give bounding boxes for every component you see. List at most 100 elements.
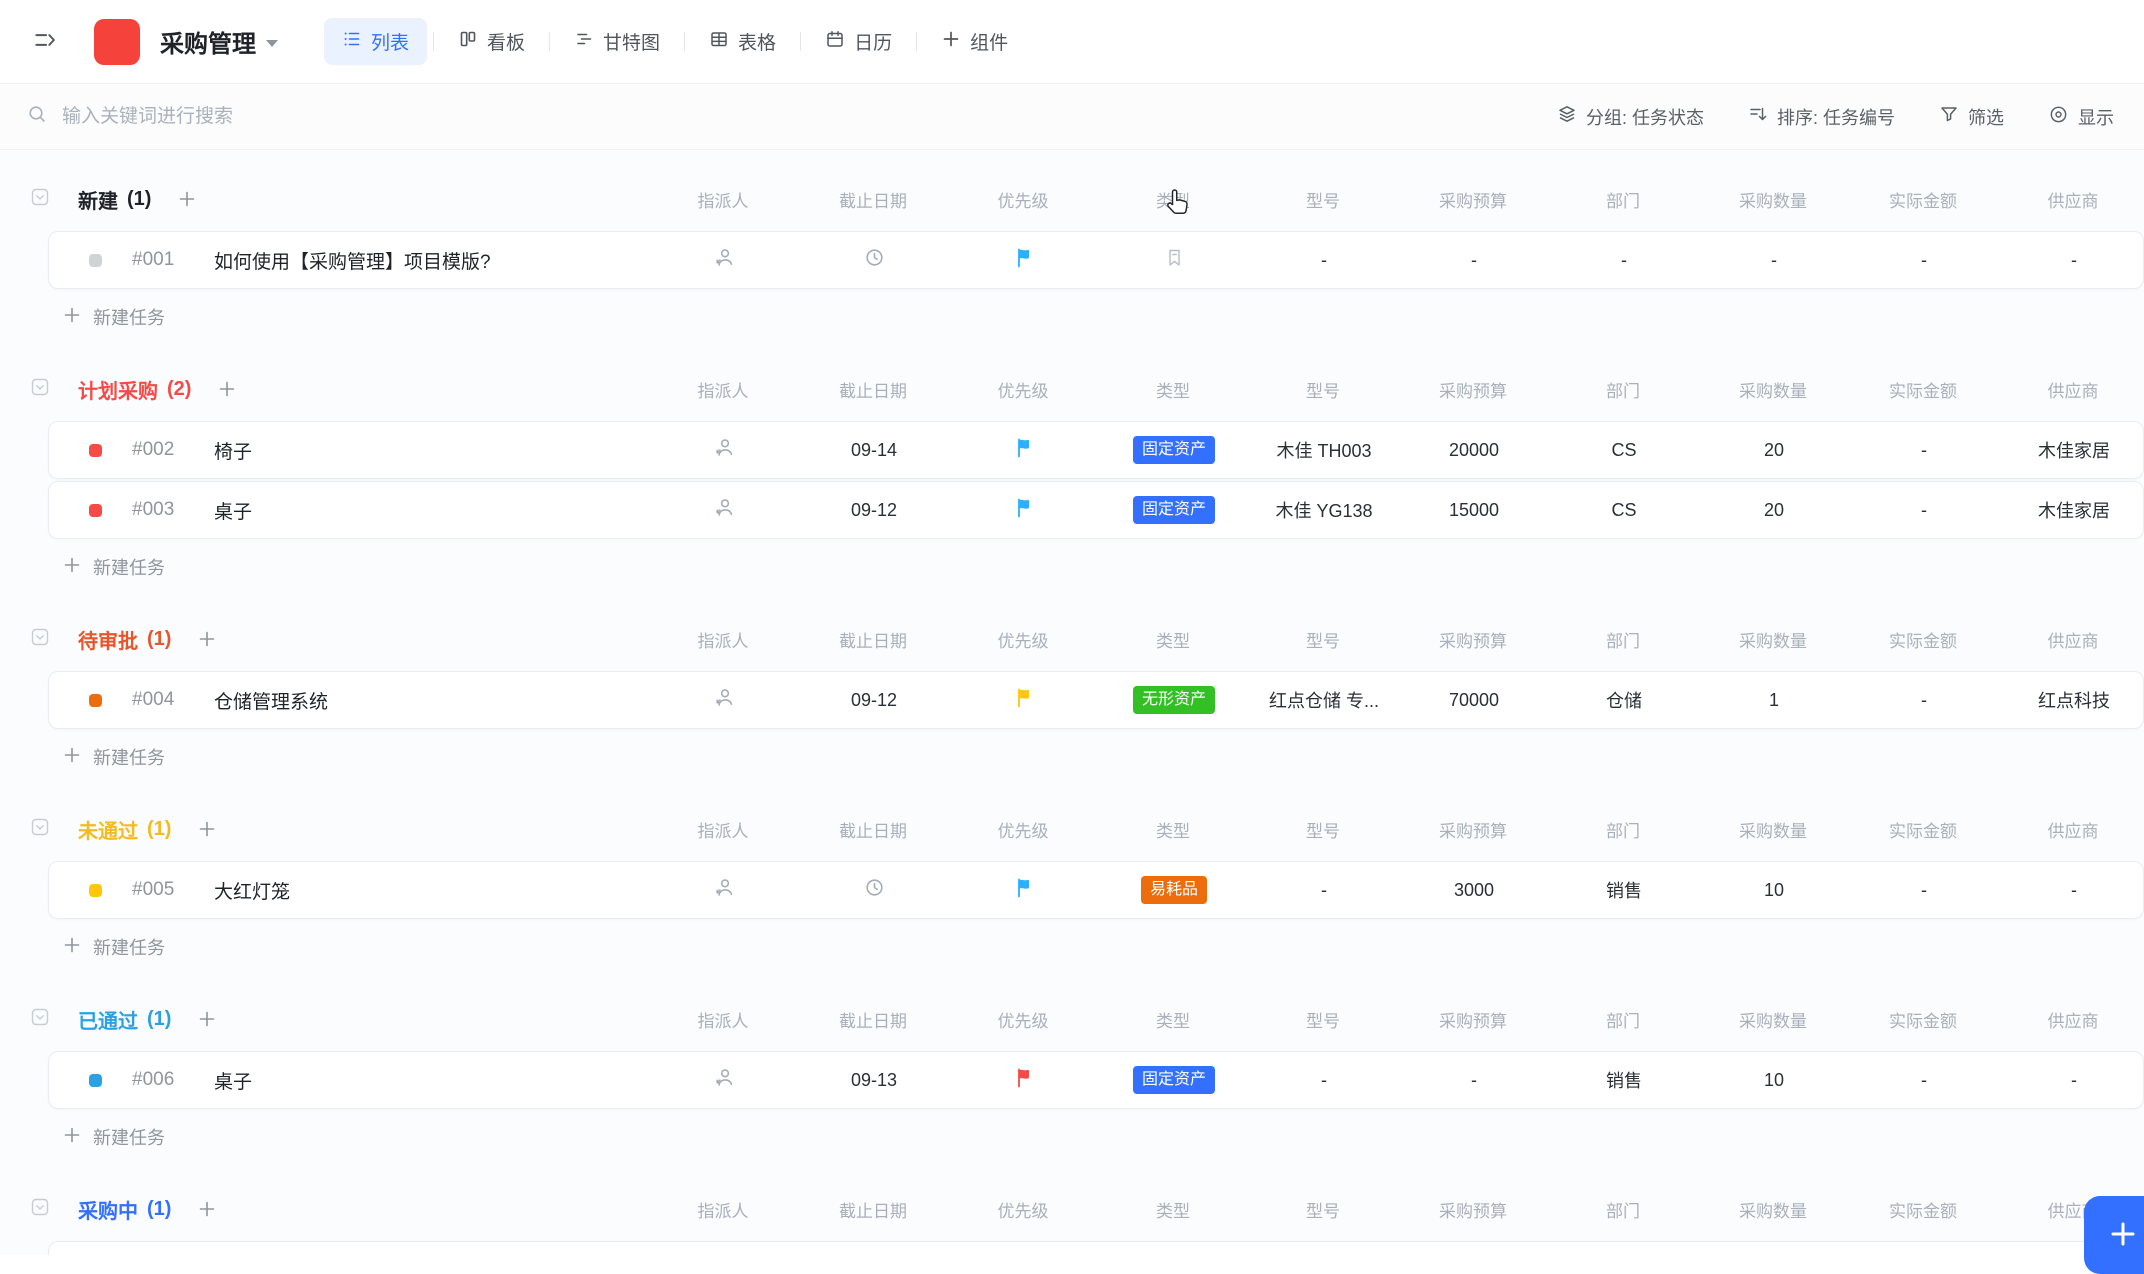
cell-due-date[interactable]: 09-14 [799,440,949,461]
task-row[interactable]: #006 桌子 09-13 固定资产 - - 销售 10 - - [48,1051,2144,1109]
cell-quantity[interactable]: - [1699,250,1849,271]
cell-quantity[interactable]: 20 [1699,500,1849,521]
add-task-in-group-icon[interactable] [197,1199,217,1219]
column-header-quantity[interactable]: 采购数量 [1698,187,1848,212]
add-task-button[interactable]: 新建任务 [62,1115,165,1159]
collapse-group-icon[interactable] [30,627,50,652]
column-header-due-date[interactable]: 截止日期 [798,187,948,212]
group-by-control[interactable]: 分组: 任务状态 [1557,104,1704,130]
add-task-in-group-icon[interactable] [197,819,217,839]
cell-budget[interactable]: 3000 [1399,880,1549,901]
cell-priority[interactable] [949,877,1099,904]
cell-department[interactable]: 销售 [1549,1067,1699,1093]
column-header-priority[interactable]: 优先级 [948,377,1098,402]
cell-supplier[interactable]: 木佳家居 [1999,437,2143,463]
column-header-supplier[interactable]: 供应商 [1998,817,2144,842]
cell-due-date[interactable] [799,246,949,274]
tab-list[interactable]: 列表 [324,18,428,65]
cell-type[interactable]: 无形资产 [1099,686,1249,714]
cell-priority[interactable] [949,497,1099,524]
task-row[interactable]: #004 仓储管理系统 09-12 无形资产 红点仓储 专... 70000 仓储 1 - 红点科… [48,671,2144,729]
cell-department[interactable]: CS [1549,500,1699,521]
cell-priority[interactable] [949,437,1099,464]
column-header-budget[interactable]: 采购预算 [1398,1197,1548,1222]
task-row[interactable]: #002 椅子 09-14 固定资产 木佳 TH003 20000 CS 20 - 木佳家居 [48,421,2144,479]
task-row[interactable]: #001 如何使用【采购管理】项目模版? - - - - - - [48,231,2144,289]
column-header-budget[interactable]: 采购预算 [1398,1007,1548,1032]
task-row[interactable]: #007显示器易耗品------ [48,1241,2144,1255]
column-header-type[interactable]: 类型 [1098,817,1248,842]
cell-supplier[interactable]: - [1999,880,2143,901]
column-header-assignee[interactable]: 指派人 [648,627,798,652]
collapse-group-icon[interactable] [30,1007,50,1032]
cell-actual-amount[interactable]: - [1849,440,1999,461]
column-header-actual-amount[interactable]: 实际金额 [1848,187,1998,212]
column-header-type[interactable]: 类型 [1098,1007,1248,1032]
cell-model[interactable]: - [1249,880,1399,901]
sort-control[interactable]: 排序: 任务编号 [1748,104,1895,130]
cell-due-date[interactable] [799,876,949,904]
cell-assignee[interactable] [649,686,799,714]
cell-supplier[interactable]: - [1999,1070,2143,1091]
cell-quantity[interactable]: 20 [1699,440,1849,461]
add-task-in-group-icon[interactable] [177,189,197,209]
cell-supplier[interactable]: 红点科技 [1999,687,2143,713]
search-input[interactable] [60,104,700,129]
column-header-quantity[interactable]: 采购数量 [1698,817,1848,842]
tab-calendar[interactable]: 日历 [807,18,910,65]
cell-priority[interactable] [949,247,1099,274]
column-header-department[interactable]: 部门 [1548,1197,1698,1222]
cell-type[interactable] [1099,247,1249,274]
column-header-department[interactable]: 部门 [1548,1007,1698,1032]
cell-assignee[interactable] [649,436,799,464]
column-header-priority[interactable]: 优先级 [948,1197,1098,1222]
column-header-actual-amount[interactable]: 实际金额 [1848,1197,1998,1222]
column-header-department[interactable]: 部门 [1548,817,1698,842]
tab-board[interactable]: 看板 [440,18,543,65]
cell-department[interactable]: 仓储 [1549,687,1699,713]
display-control[interactable]: 显示 [2048,104,2114,130]
cell-quantity[interactable]: 10 [1699,880,1849,901]
task-row[interactable]: #005 大红灯笼 易耗品 - 3000 销售 10 - - [48,861,2144,919]
cell-supplier[interactable]: 木佳家居 [1999,497,2143,523]
column-header-due-date[interactable]: 截止日期 [798,1197,948,1222]
cell-model[interactable]: - [1249,1070,1399,1091]
cell-actual-amount[interactable]: - [1849,1070,1999,1091]
column-header-actual-amount[interactable]: 实际金额 [1848,817,1998,842]
column-header-budget[interactable]: 采购预算 [1398,817,1548,842]
add-task-button[interactable]: 新建任务 [62,735,165,779]
column-header-budget[interactable]: 采购预算 [1398,627,1548,652]
column-header-assignee[interactable]: 指派人 [648,817,798,842]
cell-budget[interactable]: 15000 [1399,500,1549,521]
collapse-group-icon[interactable] [30,377,50,402]
column-header-actual-amount[interactable]: 实际金额 [1848,627,1998,652]
cell-assignee[interactable] [649,1066,799,1094]
column-header-due-date[interactable]: 截止日期 [798,817,948,842]
expand-sidebar-button[interactable] [26,21,64,62]
add-task-button[interactable]: 新建任务 [62,295,165,339]
column-header-assignee[interactable]: 指派人 [648,377,798,402]
column-header-supplier[interactable]: 供应商 [1998,1007,2144,1032]
column-header-model[interactable]: 型号 [1248,817,1398,842]
cell-budget[interactable]: 20000 [1399,440,1549,461]
project-icon[interactable] [94,18,140,65]
cell-budget[interactable]: - [1399,1070,1549,1091]
cell-department[interactable]: 销售 [1549,877,1699,903]
column-header-quantity[interactable]: 采购数量 [1698,1197,1848,1222]
column-header-model[interactable]: 型号 [1248,1197,1398,1222]
column-header-model[interactable]: 型号 [1248,1007,1398,1032]
cell-budget[interactable]: 70000 [1399,690,1549,711]
add-component-button[interactable]: 组件 [923,18,1026,65]
column-header-department[interactable]: 部门 [1548,627,1698,652]
column-header-department[interactable]: 部门 [1548,377,1698,402]
project-title-dropdown[interactable]: 采购管理 [160,24,278,59]
cell-priority[interactable] [949,1067,1099,1094]
column-header-quantity[interactable]: 采购数量 [1698,1007,1848,1032]
column-header-model[interactable]: 型号 [1248,377,1398,402]
cell-quantity[interactable]: 1 [1699,690,1849,711]
column-header-budget[interactable]: 采购预算 [1398,187,1548,212]
task-row[interactable]: #003 桌子 09-12 固定资产 木佳 YG138 15000 CS 20 - 木佳家居 [48,481,2144,539]
collapse-group-icon[interactable] [30,187,50,212]
cell-model[interactable]: 木佳 TH003 [1249,437,1399,463]
column-header-actual-amount[interactable]: 实际金额 [1848,377,1998,402]
